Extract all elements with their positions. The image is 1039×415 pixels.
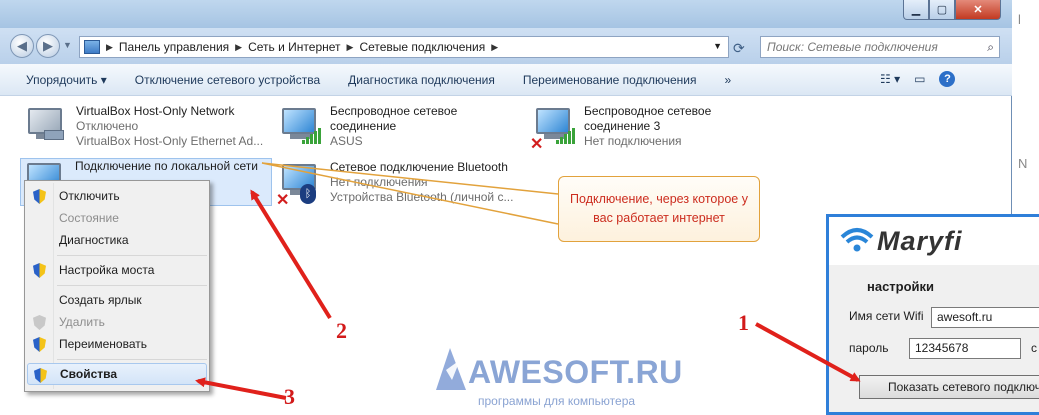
rename-button[interactable]: Переименование подключения xyxy=(509,73,711,87)
bluetooth-adapter-icon: ᛒ ✕ xyxy=(276,160,322,209)
uac-shield-icon xyxy=(33,263,46,278)
menu-item-properties[interactable]: Свойства xyxy=(27,363,207,385)
menu-item-label: Создать ярлык xyxy=(59,293,142,307)
recent-pages-dropdown[interactable]: ▼ xyxy=(63,40,72,50)
command-bar: Упорядочить ▾ Отключение сетевого устрой… xyxy=(0,64,1012,96)
menu-item-bridge[interactable]: Настройка моста xyxy=(27,259,207,281)
breadcrumb-network-internet[interactable]: Сеть и Интернет xyxy=(248,40,340,54)
title-bar: ▁ ▢ ✕ xyxy=(0,0,1012,28)
wireless-adapter-icon: ✕ xyxy=(530,104,576,153)
wifi-logo-icon xyxy=(840,228,874,252)
chevron-right-icon[interactable]: ▶ xyxy=(347,42,354,53)
extra-label: c xyxy=(1031,341,1037,355)
connection-status: Нет подключения xyxy=(330,175,428,189)
breadcrumb-network-connections[interactable]: Сетевые подключения xyxy=(359,40,485,54)
background-text: l xyxy=(1018,12,1021,27)
menu-item-delete[interactable]: Удалить xyxy=(27,311,207,333)
view-options-icon[interactable]: ☷ ▾ xyxy=(880,72,900,86)
show-connections-button[interactable]: Показать сетевого подключе... xyxy=(859,375,1039,399)
annotation-number-2: 2 xyxy=(336,318,347,343)
connection-device: VirtualBox Host-Only Ethernet Ad... xyxy=(76,134,264,148)
menu-item-label: Диагностика xyxy=(59,233,129,247)
bluetooth-icon: ᛒ xyxy=(300,184,316,204)
address-row: ◀ ▶ ▼ ▶ Панель управления ▶ Сеть и Интер… xyxy=(0,28,1012,64)
annotation-number-3: 3 xyxy=(284,384,295,409)
context-menu: Отключить Состояние Диагностика Настройк… xyxy=(24,180,210,392)
connection-name: Сетевое подключение Bluetooth xyxy=(330,160,508,174)
ssid-label: Имя сети Wifi xyxy=(849,309,924,323)
menu-item-status[interactable]: Состояние xyxy=(27,207,207,229)
connection-name: Подключение по локальной сети xyxy=(75,159,258,173)
awesoft-logo-icon xyxy=(436,348,466,390)
close-button[interactable]: ✕ xyxy=(955,0,1001,20)
search-placeholder: Поиск: Сетевые подключения xyxy=(767,40,938,54)
ssid-field[interactable]: awesoft.ru xyxy=(931,307,1039,328)
address-dropdown-icon[interactable]: ▼ xyxy=(713,41,722,51)
disconnected-icon: ✕ xyxy=(530,136,544,153)
disconnected-icon: ✕ xyxy=(276,192,290,209)
organize-menu[interactable]: Упорядочить ▾ xyxy=(0,73,121,87)
menu-item-label: Настройка моста xyxy=(59,263,155,277)
menu-item-label: Переименовать xyxy=(59,337,147,351)
minimize-button[interactable]: ▁ xyxy=(903,0,929,20)
menu-item-disable[interactable]: Отключить xyxy=(27,185,207,207)
watermark-title: AWESOFT.RU xyxy=(468,354,683,390)
connection-device: Устройства Bluetooth (личной с... xyxy=(330,190,514,204)
search-input[interactable]: Поиск: Сетевые подключения ⌕ xyxy=(760,36,1000,58)
breadcrumb-control-panel[interactable]: Панель управления xyxy=(119,40,229,54)
connection-name: Беспроводное сетевое соединение 3 xyxy=(584,104,712,133)
control-panel-icon xyxy=(84,40,100,54)
chevron-right-icon[interactable]: ▶ xyxy=(491,42,498,53)
diagnose-button[interactable]: Диагностика подключения xyxy=(334,73,509,87)
uac-shield-icon xyxy=(33,315,46,330)
list-item-wireless[interactable]: Беспроводное сетевое соединение ASUS xyxy=(276,104,500,150)
connection-status: Нет подключения xyxy=(584,134,682,148)
menu-item-label: Удалить xyxy=(59,315,105,329)
search-icon[interactable]: ⌕ xyxy=(987,40,994,55)
menu-item-label: Состояние xyxy=(59,211,119,225)
menu-item-rename[interactable]: Переименовать xyxy=(27,333,207,355)
help-icon[interactable]: ? xyxy=(939,71,956,87)
uac-shield-icon xyxy=(34,368,47,383)
network-adapter-icon xyxy=(22,104,68,150)
maximize-button[interactable]: ▢ xyxy=(929,0,955,20)
chevron-right-icon[interactable]: ▶ xyxy=(106,42,113,53)
preview-pane-icon[interactable]: ▭ xyxy=(914,72,925,86)
list-item-virtualbox[interactable]: VirtualBox Host-Only Network Отключено V… xyxy=(22,104,263,150)
uac-shield-icon xyxy=(33,189,46,204)
uac-shield-icon xyxy=(33,337,46,352)
password-label: пароль xyxy=(849,341,889,355)
maryfi-window: Maryfi настройки Имя сети Wifi awesoft.r… xyxy=(826,214,1039,415)
wireless-adapter-icon xyxy=(276,104,322,150)
forward-button[interactable]: ▶ xyxy=(36,34,60,58)
watermark-subtitle: программы для компьютера xyxy=(478,394,636,408)
address-bar[interactable]: ▶ Панель управления ▶ Сеть и Интернет ▶ … xyxy=(79,36,729,58)
menu-item-label: Отключить xyxy=(59,189,120,203)
list-item-bluetooth[interactable]: ᛒ ✕ Сетевое подключение Bluetooth Нет по… xyxy=(276,160,530,209)
password-field[interactable]: 12345678 xyxy=(909,338,1021,359)
chevron-right-icon[interactable]: ▶ xyxy=(235,42,242,53)
menu-item-diagnose[interactable]: Диагностика xyxy=(27,229,207,251)
connection-status: Отключено xyxy=(76,119,139,133)
disable-device-button[interactable]: Отключение сетевого устройства xyxy=(121,73,334,87)
connection-name: Беспроводное сетевое соединение xyxy=(330,104,458,133)
annotation-callout: Подключение, через которое у вас работае… xyxy=(558,176,760,242)
refresh-icon[interactable]: ⟳ xyxy=(733,40,745,57)
back-button[interactable]: ◀ xyxy=(10,34,34,58)
connection-status: ASUS xyxy=(330,134,363,148)
list-item-wireless-3[interactable]: ✕ Беспроводное сетевое соединение 3 Нет … xyxy=(530,104,754,153)
annotation-number-1: 1 xyxy=(738,310,749,335)
menu-item-shortcut[interactable]: Создать ярлык xyxy=(27,289,207,311)
maryfi-header: Maryfi xyxy=(829,217,1039,265)
menu-item-label: Свойства xyxy=(60,367,118,381)
background-text: N xyxy=(1018,156,1028,171)
connection-name: VirtualBox Host-Only Network xyxy=(76,104,235,118)
maryfi-brand: Maryfi xyxy=(877,226,963,256)
more-commands-button[interactable]: » xyxy=(710,73,745,87)
settings-title: настройки xyxy=(867,279,935,294)
